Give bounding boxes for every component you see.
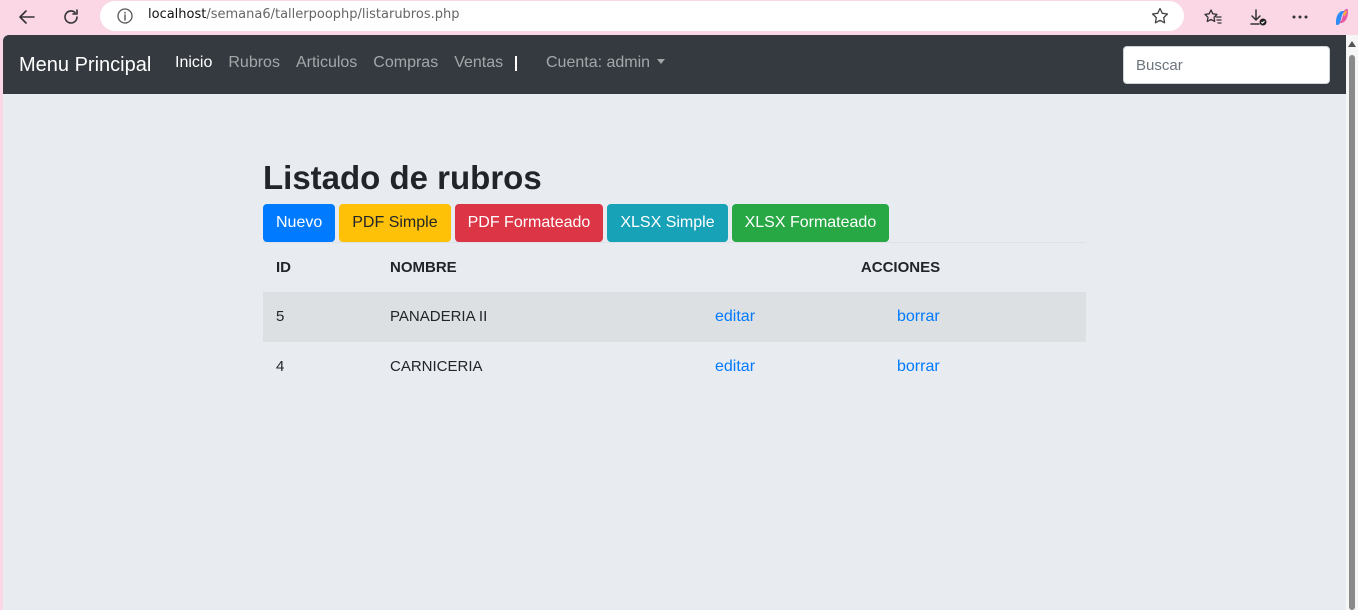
nav-links: Inicio Rubros Articulos Compras Ventas [175, 54, 519, 72]
action-buttons: Nuevo PDF Simple PDF Formateado XLSX Sim… [263, 204, 893, 242]
url-path: /semana6/tallerpoophp/listarubros.php [206, 7, 460, 22]
reload-icon[interactable] [56, 3, 86, 31]
url-host: localhost [148, 7, 207, 22]
browser-toolbar: localhost/semana6/tallerpoophp/listarubr… [0, 0, 1358, 35]
more-menu-icon[interactable] [1285, 3, 1315, 31]
back-icon[interactable] [12, 3, 42, 31]
header-acciones: ACCIONES [860, 258, 941, 276]
table-header-row: ID NOMBRE ACCIONES [263, 242, 1086, 292]
nav-link-rubros[interactable]: Rubros [228, 54, 280, 72]
favorite-star-icon[interactable] [1150, 6, 1170, 26]
borrar-link[interactable]: borrar [897, 308, 940, 325]
nav-link-articulos[interactable]: Articulos [296, 54, 357, 72]
row-nombre: CARNICERIA [390, 358, 483, 375]
pdf-formateado-button[interactable]: PDF Formateado [454, 204, 604, 242]
xlsx-formateado-button[interactable]: XLSX Formateado [731, 204, 890, 242]
rubros-table: ID NOMBRE ACCIONES 5 PANADERIA II editar… [263, 242, 1086, 392]
xlsx-simple-button[interactable]: XLSX Simple [607, 204, 728, 242]
account-dropdown[interactable]: Cuenta: admin [546, 54, 666, 72]
navbar-brand[interactable]: Menu Principal [19, 54, 151, 77]
nav-link-inicio[interactable]: Inicio [175, 54, 212, 72]
navbar: Menu Principal Inicio Rubros Articulos C… [3, 35, 1346, 94]
editar-link[interactable]: editar [715, 308, 755, 325]
address-url: localhost/semana6/tallerpoophp/listarubr… [148, 7, 459, 22]
address-bar[interactable]: localhost/semana6/tallerpoophp/listarubr… [100, 1, 1184, 31]
downloads-icon[interactable] [1243, 3, 1273, 31]
favorites-icon[interactable] [1198, 3, 1228, 31]
page-viewport: Menu Principal Inicio Rubros Articulos C… [3, 35, 1346, 610]
chevron-down-icon [657, 59, 666, 64]
header-id: ID [276, 258, 291, 276]
search-input[interactable] [1123, 46, 1330, 84]
vertical-scrollbar[interactable] [1346, 35, 1358, 610]
nuevo-button[interactable]: Nuevo [263, 204, 336, 242]
pdf-simple-button[interactable]: PDF Simple [339, 204, 451, 242]
borrar-link[interactable]: borrar [897, 358, 940, 375]
row-id: 4 [276, 358, 285, 375]
scrollbar-thumb[interactable] [1349, 55, 1355, 610]
table-row: 4 CARNICERIA editar borrar [263, 342, 1086, 392]
nav-link-ventas[interactable]: Ventas [454, 54, 503, 72]
header-nombre: NOMBRE [390, 258, 457, 276]
text-cursor [515, 56, 517, 71]
site-info-icon[interactable] [116, 7, 134, 25]
table-row: 5 PANADERIA II editar borrar [263, 291, 1086, 342]
scroll-up-icon[interactable] [1348, 41, 1356, 47]
page-title: Listado de rubros [263, 159, 542, 196]
row-nombre: PANADERIA II [390, 308, 488, 325]
editar-link[interactable]: editar [715, 358, 755, 375]
nav-link-compras[interactable]: Compras [373, 54, 438, 72]
copilot-icon[interactable] [1327, 3, 1357, 31]
account-label: Cuenta: admin [546, 54, 651, 71]
row-id: 5 [276, 308, 285, 325]
